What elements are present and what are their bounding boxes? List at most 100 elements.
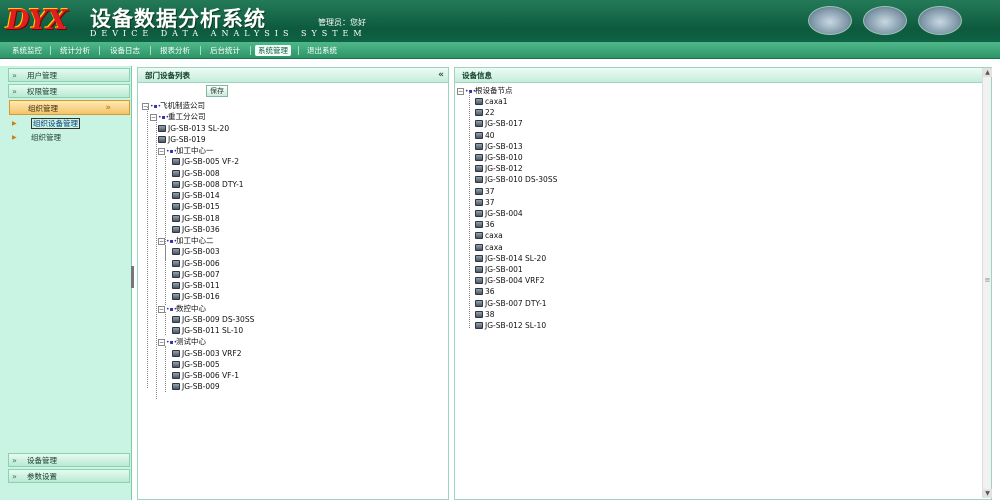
tree-device-node[interactable]: JG-SB-004 <box>475 208 523 219</box>
tree-node-label: 数控中心 <box>176 303 206 313</box>
tree-device-node[interactable]: 38 <box>475 309 495 320</box>
save-button[interactable]: 保存 <box>206 85 228 97</box>
header-banner: DYX 设备数据分析系统 DEVICE DATA ANALYSIS SYSTEM… <box>0 0 1000 42</box>
tree-group-node[interactable]: − •▪•加工中心一 <box>158 145 214 156</box>
tree-device-node[interactable]: JG-SB-006 VF-1 <box>172 370 239 381</box>
vertical-scrollbar[interactable]: ▲ ≡ ▼ <box>982 68 992 498</box>
tree-group-node[interactable]: − •▪•根设备节点 <box>457 85 513 96</box>
sidebar-item-label: 参数设置 <box>27 472 57 481</box>
device-icon <box>172 282 180 289</box>
tree-device-node[interactable]: JG-SB-013 <box>475 141 523 152</box>
double-chevron-left-icon[interactable]: « <box>438 68 444 83</box>
tree-device-node[interactable]: 37 <box>475 186 495 197</box>
tree-expand-icon[interactable]: − <box>158 238 165 245</box>
device-icon <box>475 109 483 117</box>
tree-guide-line <box>165 346 166 392</box>
chevron-double-right-icon: » <box>105 103 111 113</box>
tree-device-node[interactable]: caxa <box>475 230 503 241</box>
tree-device-node[interactable]: JG-SB-001 <box>475 264 523 275</box>
device-icon <box>172 203 180 211</box>
tree-node-label: JG-SB-001 <box>485 265 523 274</box>
tree-device-node[interactable]: JG-SB-011 <box>172 280 220 291</box>
sidebar-item-org-management[interactable]: 组织管理 » <box>9 100 130 115</box>
tree-node-label: JG-SB-012 <box>485 164 523 174</box>
sidebar-subitem-org-device[interactable]: ▶ 组织设备管理 <box>9 117 130 130</box>
tree-device-node[interactable]: JG-SB-016 <box>172 291 220 302</box>
tree-device-node[interactable]: JG-SB-015 <box>172 201 220 212</box>
tree-device-node[interactable]: JG-SB-009 <box>172 381 220 392</box>
tree-device-node[interactable]: JG-SB-007 DTY-1 <box>475 298 547 309</box>
device-icon <box>475 120 483 128</box>
tree-group-node[interactable]: − •▪•加工中心二 <box>158 235 214 246</box>
tree-guide-line <box>165 312 166 335</box>
tree-device-node[interactable]: JG-SB-005 VF-2 <box>172 156 239 167</box>
nav-logout[interactable]: 退出系统 <box>305 45 339 56</box>
tree-device-node[interactable]: JG-SB-003 <box>172 246 220 257</box>
tree-device-node[interactable]: JG-SB-004 VRF2 <box>475 275 544 286</box>
tree-device-node[interactable]: JG-SB-036 <box>172 224 220 235</box>
scroll-up-icon[interactable]: ▲ <box>983 68 992 77</box>
tree-node-label: 40 <box>485 130 495 140</box>
tree-device-node[interactable]: 22 <box>475 107 495 118</box>
nav-backend-stats[interactable]: 后台统计 <box>208 45 242 56</box>
tree-expand-icon[interactable]: − <box>457 88 464 95</box>
device-icon <box>172 270 180 278</box>
chevron-right-icon: » <box>12 87 17 96</box>
tree-device-node[interactable]: JG-SB-019 <box>158 134 206 145</box>
tree-device-node[interactable]: JG-SB-012 SL-10 <box>475 320 546 331</box>
app-subtitle: DEVICE DATA ANALYSIS SYSTEM <box>90 29 367 38</box>
tree-node-label: JG-SB-008 <box>182 168 220 178</box>
device-icon <box>475 288 483 296</box>
tree-expand-icon[interactable]: − <box>158 148 165 155</box>
tree-device-node[interactable]: caxa <box>475 242 503 253</box>
sidebar-subitem-org[interactable]: ▶ 组织管理 <box>9 131 130 144</box>
tree-device-node[interactable]: JG-SB-012 <box>475 163 523 174</box>
tree-device-node[interactable]: JG-SB-010 <box>475 152 523 163</box>
sidebar-item-param-settings[interactable]: » 参数设置 <box>8 469 130 483</box>
scroll-grip-icon[interactable]: ≡ <box>983 276 992 285</box>
nav-statistics[interactable]: 统计分析 <box>58 45 92 56</box>
tree-device-node[interactable]: 36 <box>475 219 495 230</box>
tree-device-node[interactable]: JG-SB-017 <box>475 118 523 129</box>
tree-group-node[interactable]: − •▪•飞机制造公司 <box>142 100 205 111</box>
tree-device-node[interactable]: 40 <box>475 130 495 141</box>
tree-device-node[interactable]: JG-SB-014 <box>172 190 220 201</box>
tree-node-label: JG-SB-003 VRF2 <box>182 348 242 358</box>
tree-expand-icon[interactable]: − <box>158 339 165 347</box>
sidebar-item-user-management[interactable]: » 用户管理 <box>8 68 130 82</box>
splitter-handle[interactable] <box>131 266 134 288</box>
tree-expand-icon[interactable]: − <box>158 305 165 313</box>
tree-device-node[interactable]: JG-SB-013 SL-20 <box>158 123 229 134</box>
tree-device-node[interactable]: caxa1 <box>475 96 508 107</box>
tree-device-node[interactable]: 37 <box>475 197 495 208</box>
sidebar-item-label: 设备管理 <box>27 456 57 465</box>
device-icon <box>158 124 166 132</box>
device-icon <box>172 372 180 379</box>
nav-report-analysis[interactable]: 报表分析 <box>158 45 192 56</box>
tree-device-node[interactable]: JG-SB-008 <box>172 168 220 179</box>
tree-device-node[interactable]: JG-SB-018 <box>172 213 220 224</box>
tree-device-node[interactable]: JG-SB-014 SL-20 <box>475 253 546 264</box>
sidebar-item-permission-management[interactable]: » 权限管理 <box>8 84 130 98</box>
tree-device-node[interactable]: JG-SB-006 <box>172 258 220 269</box>
tree-device-node[interactable]: JG-SB-009 DS-30SS <box>172 314 254 325</box>
tree-node-label: JG-SB-005 <box>182 359 220 369</box>
device-icon <box>475 176 483 184</box>
nav-system-management[interactable]: 系统管理 <box>255 45 291 56</box>
tree-node-label: JG-SB-013 <box>485 141 523 151</box>
sidebar-item-device-management[interactable]: » 设备管理 <box>8 453 130 467</box>
tree-node-label: JG-SB-010 <box>485 153 523 162</box>
tree-device-node[interactable]: JG-SB-003 VRF2 <box>172 348 241 359</box>
tree-device-node[interactable]: JG-SB-005 <box>172 359 220 370</box>
scroll-down-icon[interactable]: ▼ <box>983 489 992 498</box>
tree-device-node[interactable]: JG-SB-011 SL-10 <box>172 325 243 336</box>
tree-device-node[interactable]: 36 <box>475 286 495 297</box>
tree-group-node[interactable]: − •▪•重工分公司 <box>150 111 206 122</box>
nav-device-log[interactable]: 设备日志 <box>108 45 142 56</box>
tree-device-node[interactable]: JG-SB-007 <box>172 269 220 280</box>
tree-device-node[interactable]: JG-SB-008 DTY-1 <box>172 179 244 190</box>
tree-device-node[interactable]: JG-SB-010 DS-30SS <box>475 174 557 185</box>
device-icon <box>475 243 483 251</box>
device-icon <box>475 131 483 139</box>
nav-system-monitor[interactable]: 系统监控 <box>10 45 44 56</box>
